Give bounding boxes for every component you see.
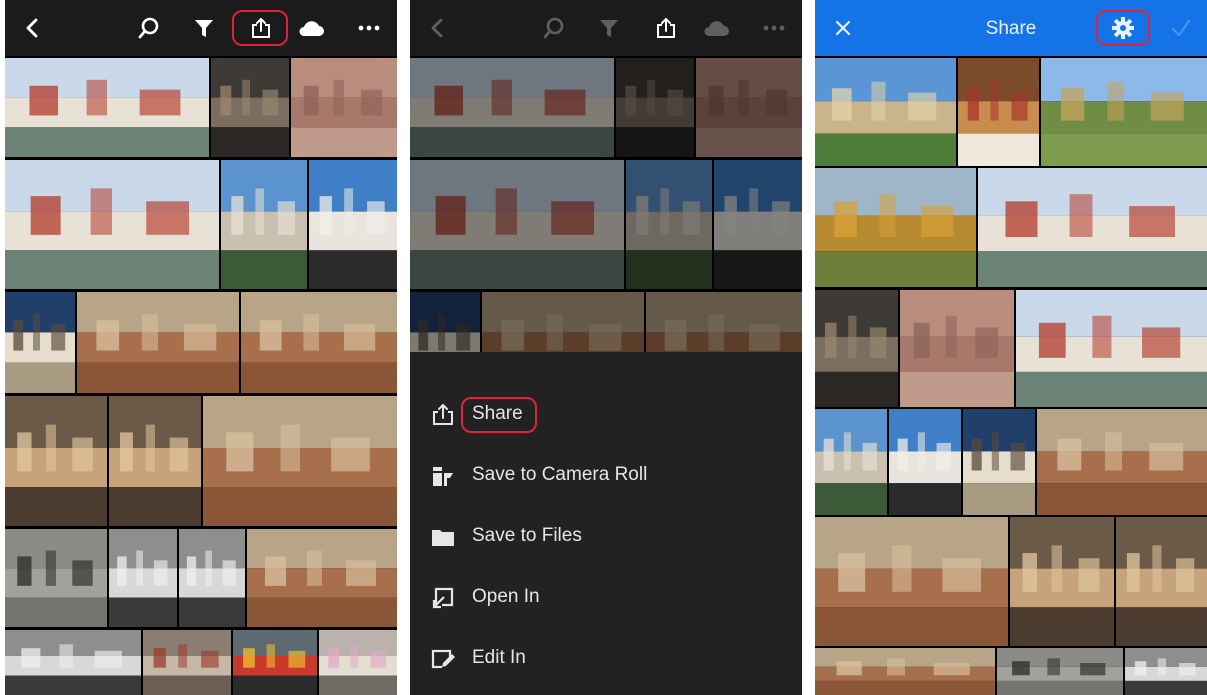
share-select-screen: Share <box>815 0 1207 695</box>
menu-item-save-to-camera-roll[interactable]: Save to Camera Roll <box>410 445 802 506</box>
photo-thumbnail[interactable] <box>626 160 712 289</box>
search-icon <box>138 17 159 39</box>
photo-thumbnail[interactable] <box>714 160 802 289</box>
menu-item-label: Save to Camera Roll <box>472 464 648 485</box>
search-button[interactable] <box>538 12 570 44</box>
photo-thumbnail[interactable] <box>1016 290 1207 407</box>
cloud-icon <box>704 21 729 36</box>
photo-thumbnail[interactable] <box>1116 517 1207 646</box>
photo-thumbnail[interactable] <box>900 290 1014 407</box>
filter-button[interactable] <box>593 12 625 44</box>
photo-thumbnail[interactable] <box>978 168 1207 287</box>
menu-item-open-in[interactable]: Open In <box>410 567 802 628</box>
page-title: Share <box>985 18 1037 39</box>
menu-item-label: Edit In <box>472 647 526 668</box>
export-menu: Share Save to Camera Roll Save to Files … <box>410 352 802 695</box>
settings-gear-icon <box>1112 17 1134 39</box>
search-button[interactable] <box>133 12 165 44</box>
photo-thumbnail[interactable] <box>5 396 107 526</box>
share-icon <box>433 403 453 425</box>
photo-thumbnail[interactable] <box>815 517 1008 646</box>
photo-thumbnail[interactable] <box>815 168 976 287</box>
export-menu-screen: Share Save to Camera Roll Save to Files … <box>410 0 802 695</box>
filter-button[interactable] <box>188 12 220 44</box>
photo-thumbnail[interactable] <box>241 292 397 393</box>
filter-funnel-icon <box>600 20 618 37</box>
photo-thumbnail[interactable] <box>410 58 614 157</box>
share-export-icon <box>657 17 675 38</box>
photo-thumbnail[interactable] <box>963 409 1035 515</box>
checkmark-icon <box>1171 19 1191 37</box>
photo-thumbnail[interactable] <box>5 292 75 393</box>
photo-thumbnail[interactable] <box>211 58 289 157</box>
photo-thumbnail[interactable] <box>109 529 177 627</box>
photo-thumbnail[interactable] <box>203 396 397 526</box>
photo-thumbnail[interactable] <box>1037 409 1207 515</box>
settings-button[interactable] <box>1107 12 1139 44</box>
back-chevron-icon <box>26 18 38 38</box>
confirm-button[interactable] <box>1165 12 1197 44</box>
photo-thumbnail[interactable] <box>1041 58 1207 166</box>
save-to-device-icon <box>433 467 453 486</box>
photo-thumbnail[interactable] <box>958 58 1039 166</box>
photo-grid <box>5 56 397 695</box>
menu-item-label: Open In <box>472 586 540 607</box>
photo-thumbnail[interactable] <box>815 409 887 515</box>
photo-thumbnail[interactable] <box>815 290 898 407</box>
menu-item-label: Save to Files <box>472 525 582 546</box>
toolbar <box>410 0 802 56</box>
photo-thumbnail[interactable] <box>179 529 245 627</box>
photo-thumbnail[interactable] <box>5 529 107 627</box>
more-button[interactable] <box>758 12 790 44</box>
toolbar <box>5 0 397 56</box>
folder-icon <box>432 530 454 546</box>
menu-item-share[interactable]: Share <box>410 384 802 445</box>
edit-in-icon <box>431 649 455 669</box>
photo-thumbnail[interactable] <box>233 630 317 695</box>
browse-screen <box>5 0 397 695</box>
menu-item-edit-in[interactable]: Edit In <box>410 628 802 689</box>
photo-thumbnail[interactable] <box>696 58 802 157</box>
photo-thumbnail[interactable] <box>143 630 231 695</box>
search-icon <box>543 17 564 39</box>
more-ellipsis-icon <box>763 25 785 31</box>
photo-thumbnail[interactable] <box>319 630 397 695</box>
photo-thumbnail[interactable] <box>815 648 995 695</box>
filter-funnel-icon <box>195 20 213 37</box>
menu-item-save-to-files[interactable]: Save to Files <box>410 506 802 567</box>
photo-thumbnail[interactable] <box>291 58 397 157</box>
open-in-icon <box>432 587 454 609</box>
photo-thumbnail[interactable] <box>5 58 209 157</box>
back-button[interactable] <box>17 12 49 44</box>
cloud-button[interactable] <box>295 12 327 44</box>
menu-item-label: Share <box>472 403 523 424</box>
photo-thumbnail[interactable] <box>997 648 1123 695</box>
more-ellipsis-icon <box>358 25 380 31</box>
share-export-button[interactable] <box>245 12 277 44</box>
photo-thumbnail[interactable] <box>5 630 141 695</box>
photo-thumbnail[interactable] <box>247 529 397 627</box>
photo-thumbnail[interactable] <box>77 292 239 393</box>
back-chevron-icon <box>431 18 443 38</box>
photo-thumbnail[interactable] <box>410 160 624 289</box>
share-export-button[interactable] <box>650 12 682 44</box>
photo-thumbnail[interactable] <box>1010 517 1114 646</box>
cloud-icon <box>299 21 324 36</box>
photo-thumbnail[interactable] <box>221 160 307 289</box>
more-button[interactable] <box>353 12 385 44</box>
photo-thumbnail[interactable] <box>616 58 694 157</box>
photo-thumbnail[interactable] <box>889 409 961 515</box>
photo-grid <box>815 56 1207 695</box>
share-export-icon <box>252 17 270 38</box>
photo-thumbnail[interactable] <box>109 396 201 526</box>
photo-thumbnail[interactable] <box>309 160 397 289</box>
cloud-button[interactable] <box>700 12 732 44</box>
back-button[interactable] <box>422 12 454 44</box>
photo-thumbnail[interactable] <box>5 160 219 289</box>
photo-thumbnail[interactable] <box>815 58 956 166</box>
share-toolbar: Share <box>815 0 1207 56</box>
photo-thumbnail[interactable] <box>1125 648 1207 695</box>
